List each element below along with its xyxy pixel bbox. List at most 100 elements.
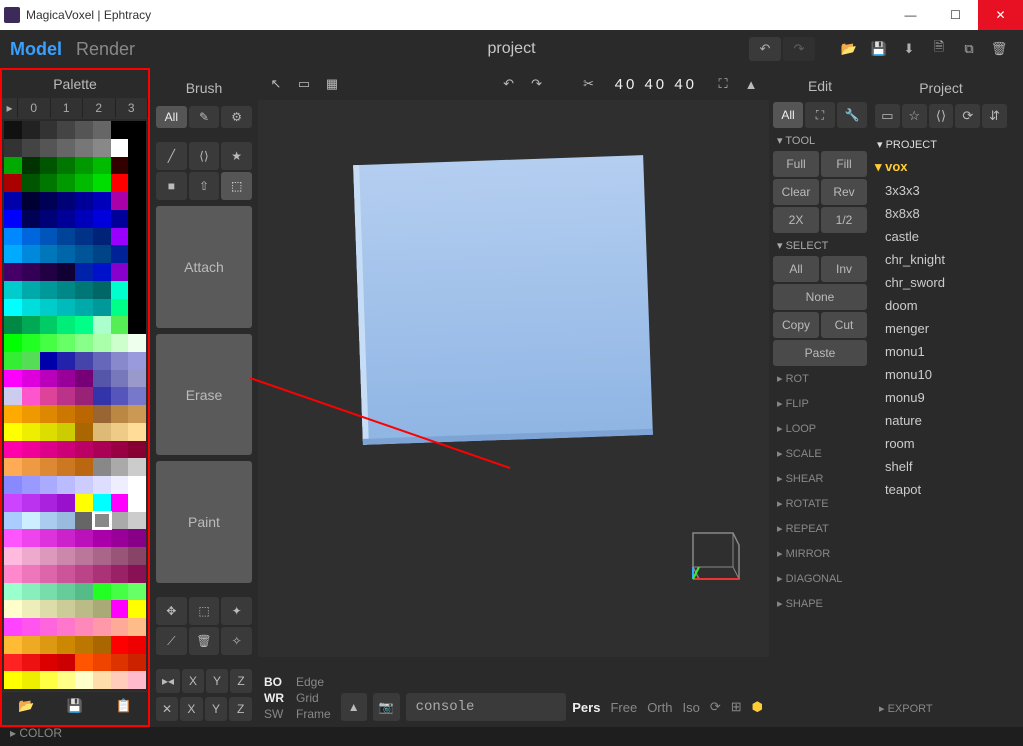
swatch[interactable]	[75, 494, 93, 512]
swatch[interactable]	[40, 263, 58, 281]
brush-cube-icon[interactable]: ⬚	[221, 172, 252, 200]
eyedropper-icon[interactable]: ⟋	[156, 627, 187, 655]
swatch[interactable]	[75, 174, 93, 192]
swatch[interactable]	[57, 157, 75, 175]
swatch[interactable]	[75, 583, 93, 601]
swatch[interactable]	[22, 334, 40, 352]
swatch[interactable]	[40, 281, 58, 299]
swatch[interactable]	[128, 139, 146, 157]
select-inv-button[interactable]: Inv	[821, 256, 867, 282]
swatch[interactable]	[57, 423, 75, 441]
paint-button[interactable]: Paint	[156, 461, 252, 583]
tree-item-menger[interactable]: menger	[875, 317, 1007, 340]
swatch[interactable]	[128, 192, 146, 210]
stat-frame[interactable]: Frame	[296, 707, 331, 721]
swatch[interactable]	[4, 441, 22, 459]
swatch[interactable]	[22, 583, 40, 601]
swatch[interactable]	[57, 387, 75, 405]
swatch[interactable]	[57, 281, 75, 299]
swatch[interactable]	[75, 565, 93, 583]
swatch[interactable]	[111, 476, 129, 494]
swatch[interactable]	[4, 512, 22, 530]
swatch[interactable]	[4, 494, 22, 512]
swatch[interactable]	[40, 299, 58, 317]
swatch[interactable]	[4, 423, 22, 441]
swatch[interactable]	[93, 352, 111, 370]
tree-item-chr_knight[interactable]: chr_knight	[875, 248, 1007, 271]
swatch[interactable]	[111, 210, 129, 228]
swatch[interactable]	[128, 423, 146, 441]
section-flip[interactable]: FLIP	[773, 391, 867, 416]
swatch[interactable]	[111, 494, 129, 512]
swatch[interactable]	[57, 441, 75, 459]
swatch[interactable]	[4, 671, 22, 689]
palette-save-icon[interactable]: 💾	[51, 692, 100, 720]
swatch[interactable]	[4, 387, 22, 405]
swatch[interactable]	[4, 174, 22, 192]
undo-vp-icon[interactable]: ↶	[497, 72, 521, 96]
swatch[interactable]	[75, 512, 93, 530]
swatch[interactable]	[57, 512, 75, 530]
new-file-icon[interactable]: 🗎	[925, 37, 953, 61]
swatch[interactable]	[111, 458, 129, 476]
copy-icon[interactable]: ⧉	[955, 37, 983, 61]
copy-button[interactable]: Copy	[773, 312, 819, 338]
swatch[interactable]	[93, 618, 111, 636]
swatch[interactable]	[22, 352, 40, 370]
brush-extrude-icon[interactable]: ⇧	[189, 172, 220, 200]
color-section-header[interactable]: ▸ COLOR	[2, 720, 148, 746]
swatch[interactable]	[93, 139, 111, 157]
swatch[interactable]	[75, 600, 93, 618]
swatch[interactable]	[93, 316, 111, 334]
swatch[interactable]	[75, 618, 93, 636]
swatch[interactable]	[57, 192, 75, 210]
swatch[interactable]	[75, 441, 93, 459]
camera-icon[interactable]: 📷	[373, 693, 400, 721]
swatch[interactable]	[128, 263, 146, 281]
swatch[interactable]	[75, 458, 93, 476]
swatch[interactable]	[111, 423, 129, 441]
swatch[interactable]	[40, 139, 58, 157]
swatch[interactable]	[57, 494, 75, 512]
section-rotate[interactable]: ROTATE	[773, 491, 867, 516]
swatch[interactable]	[128, 512, 146, 530]
tree-item-chr_sword[interactable]: chr_sword	[875, 271, 1007, 294]
brush-box-icon[interactable]: ■	[156, 172, 187, 200]
swatch[interactable]	[22, 547, 40, 565]
section-tool[interactable]: TOOL	[773, 128, 867, 151]
save-icon[interactable]: 💾	[865, 37, 893, 61]
mode-free[interactable]: Free	[610, 700, 637, 715]
swatch[interactable]	[57, 529, 75, 547]
swatch[interactable]	[57, 458, 75, 476]
swatch[interactable]	[4, 565, 22, 583]
swatch[interactable]	[93, 245, 111, 263]
swatch[interactable]	[93, 636, 111, 654]
swatch[interactable]	[128, 299, 146, 317]
swatch[interactable]	[128, 121, 146, 139]
swatch[interactable]	[57, 565, 75, 583]
swatch[interactable]	[128, 228, 146, 246]
swatch[interactable]	[111, 636, 129, 654]
palette-tab-1[interactable]: 1	[51, 98, 84, 118]
swatch[interactable]	[40, 494, 58, 512]
project-tree-header[interactable]: PROJECT	[875, 134, 1007, 155]
proj-collapse-icon[interactable]: ⇵	[982, 104, 1007, 128]
cursor-icon[interactable]: ↖	[264, 72, 288, 96]
swatch[interactable]	[93, 476, 111, 494]
swatch[interactable]	[40, 352, 58, 370]
tab-model[interactable]: Model	[10, 39, 62, 60]
delete-icon[interactable]: 🗑	[985, 37, 1013, 61]
swatch[interactable]	[75, 547, 93, 565]
swatch[interactable]	[111, 405, 129, 423]
palette-swatches[interactable]	[2, 119, 148, 691]
palette-tab-0[interactable]: 0	[18, 98, 51, 118]
swatch[interactable]	[57, 316, 75, 334]
swatch[interactable]	[111, 441, 129, 459]
tree-item-castle[interactable]: castle	[875, 225, 1007, 248]
swatch[interactable]	[40, 405, 58, 423]
swatch[interactable]	[75, 245, 93, 263]
rect-select-icon[interactable]: ▭	[292, 72, 316, 96]
section-export[interactable]: EXPORT	[875, 696, 1007, 721]
swatch[interactable]	[4, 458, 22, 476]
swatch[interactable]	[40, 529, 58, 547]
